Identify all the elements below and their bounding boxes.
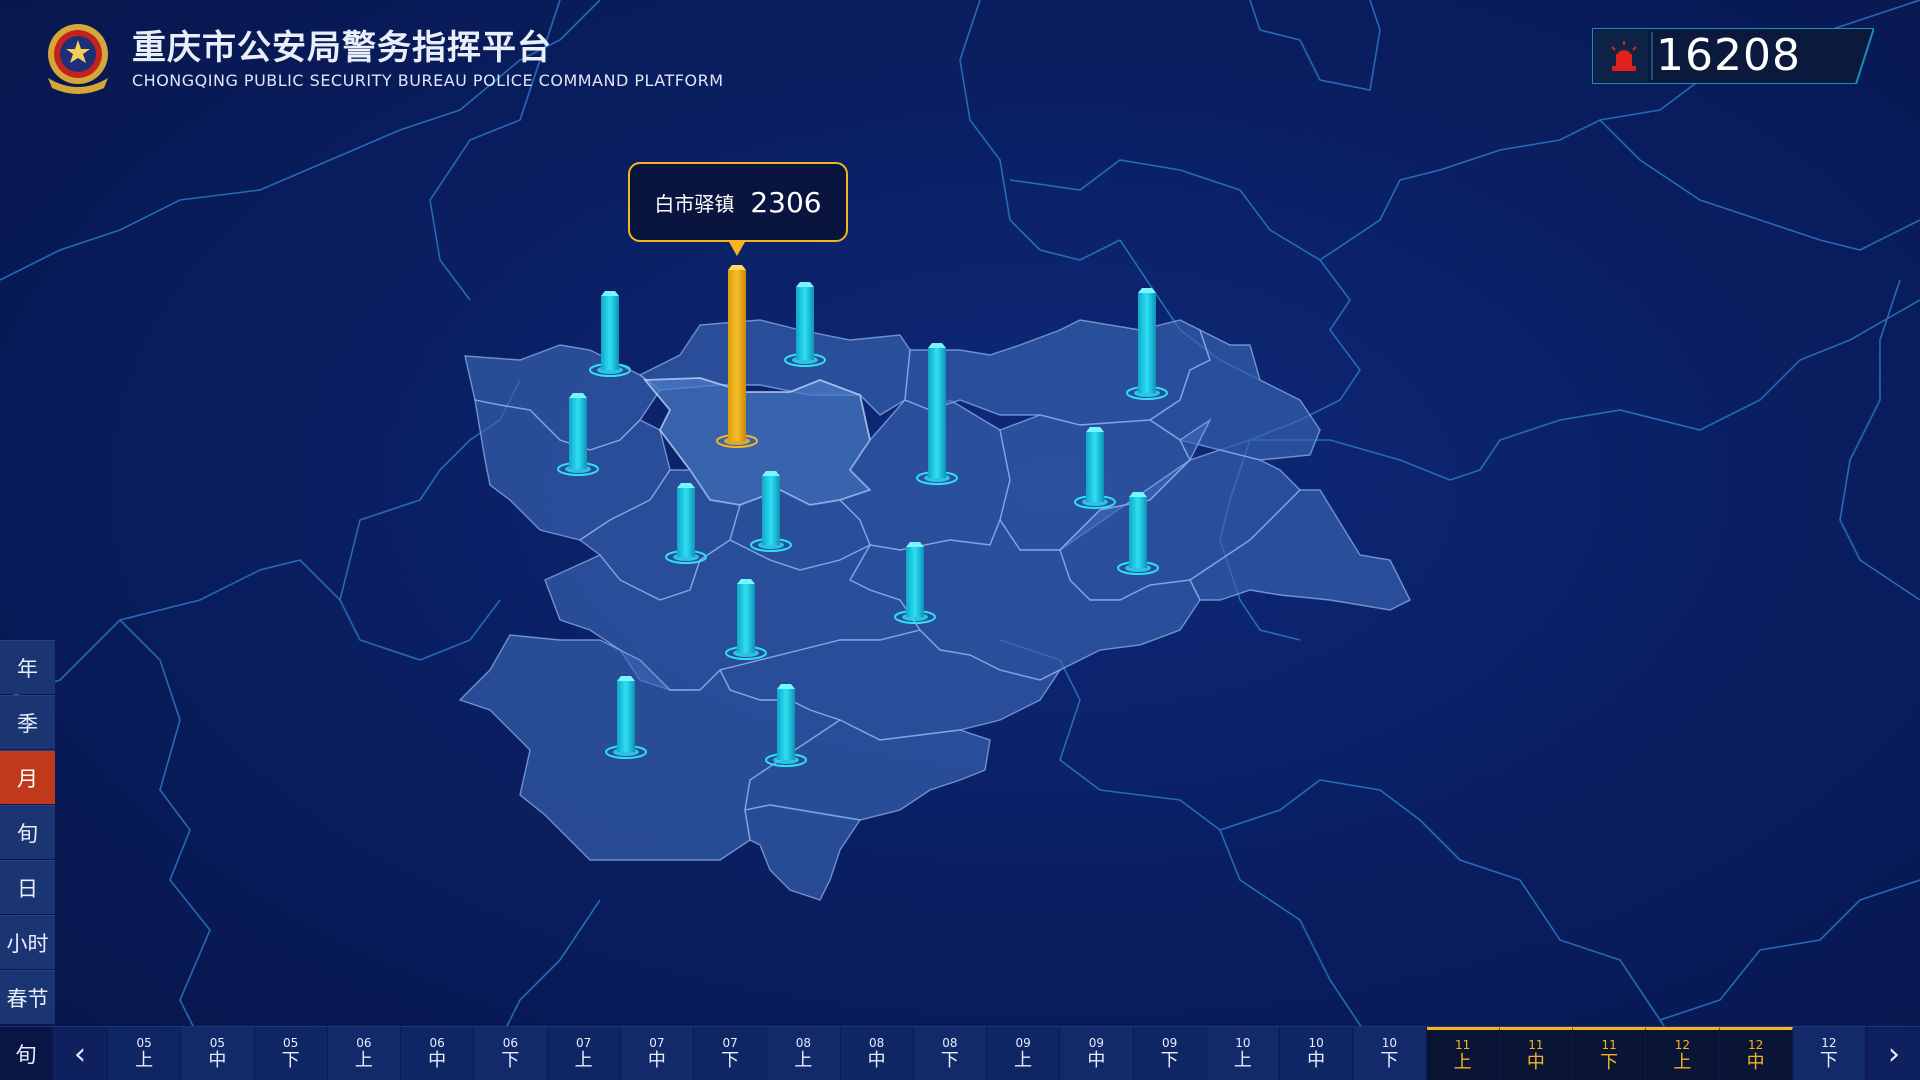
period-item-day[interactable]: 日: [0, 860, 55, 914]
timeline-cell-month: 09: [1088, 1036, 1105, 1050]
district-map: [0, 0, 1920, 1080]
timeline-cell-month: 05: [282, 1036, 299, 1050]
timeline-cell[interactable]: 10 中: [1280, 1027, 1354, 1080]
timeline-cells: 05 上 05 中 05 下 06 上 06 中 06 下 07 上 07 中 07 下 08 上 08 中 08 下 09 上 0…: [108, 1027, 1866, 1080]
timeline-cell-part: 中: [867, 1050, 886, 1071]
period-selector: 年 季 月 旬 日 小时 春节: [0, 640, 55, 1025]
timeline-cell-part: 上: [1014, 1050, 1033, 1071]
timeline-cell-part: 下: [721, 1050, 740, 1071]
timeline-cell-month: 11: [1454, 1037, 1471, 1052]
timeline-cell-part: 上: [1233, 1050, 1252, 1071]
timeline-cell-month: 10: [1235, 1036, 1251, 1050]
timeline-cell-part: 上: [354, 1050, 373, 1071]
timeline-cell[interactable]: 09 上: [987, 1027, 1061, 1080]
timeline-cell[interactable]: 08 上: [767, 1027, 841, 1080]
timeline-cell[interactable]: 11 下: [1573, 1027, 1647, 1080]
timeline-cell-part: 中: [1746, 1051, 1765, 1073]
timeline-cell[interactable]: 10 上: [1206, 1027, 1280, 1080]
timeline-cell-month: 07: [649, 1036, 665, 1050]
timeline-bar: 旬 ‹ 05 上 05 中 05 下 06 上 06 中 06 下 07 上 07 中 07 下 08 上 08 中 08 下…: [0, 1026, 1920, 1080]
timeline-cell[interactable]: 09 中: [1060, 1027, 1134, 1080]
timeline-cell[interactable]: 08 下: [913, 1027, 987, 1080]
page-subtitle: CHONGQING PUBLIC SECURITY BUREAU POLICE …: [132, 71, 724, 90]
period-item-month[interactable]: 月: [0, 750, 55, 804]
timeline-cell[interactable]: 06 下: [474, 1027, 548, 1080]
timeline-cell[interactable]: 06 中: [401, 1027, 475, 1080]
period-item-hour[interactable]: 小时: [0, 915, 55, 969]
timeline-cell[interactable]: 10 下: [1353, 1027, 1427, 1080]
timeline-cell[interactable]: 12 下: [1792, 1027, 1866, 1080]
timeline-cell-month: 05: [209, 1036, 226, 1050]
timeline-cell-month: 07: [575, 1036, 592, 1050]
map-tooltip: 白市驿镇 2306: [628, 162, 848, 242]
police-emblem-icon: [38, 18, 118, 96]
timeline-cell-part: 下: [281, 1050, 300, 1071]
timeline-cell[interactable]: 12 上: [1646, 1027, 1720, 1080]
timeline-cell-part: 中: [647, 1050, 666, 1071]
timeline-cell[interactable]: 07 下: [694, 1027, 768, 1080]
timeline-cell-month: 08: [942, 1036, 958, 1050]
timeline-mode-label: 旬: [0, 1027, 52, 1080]
timeline-cell-month: 11: [1528, 1037, 1544, 1052]
timeline-cell-part: 下: [501, 1050, 520, 1071]
timeline-cell-part: 中: [428, 1050, 447, 1071]
timeline-cell-part: 上: [574, 1050, 593, 1071]
timeline-cell-part: 下: [1819, 1050, 1838, 1071]
timeline-cell-month: 10: [1381, 1036, 1398, 1050]
timeline-cell[interactable]: 06 上: [327, 1027, 401, 1080]
tooltip-region-value: 2306: [750, 185, 822, 219]
timeline-cell-month: 09: [1015, 1036, 1031, 1050]
timeline-cell-part: 下: [1160, 1050, 1179, 1071]
timeline-cell-month: 08: [795, 1036, 812, 1050]
timeline-cell-part: 中: [1087, 1050, 1106, 1071]
chevron-right-icon[interactable]: ›: [1868, 1027, 1920, 1080]
period-item-year[interactable]: 年: [0, 640, 55, 694]
timeline-cell[interactable]: 11 中: [1499, 1027, 1573, 1080]
timeline-cell[interactable]: 05 下: [254, 1027, 328, 1080]
period-item-quarter[interactable]: 季: [0, 695, 55, 749]
timeline-cell-part: 上: [794, 1050, 813, 1071]
timeline-cell[interactable]: 12 中: [1719, 1027, 1793, 1080]
period-item-dekad[interactable]: 旬: [0, 805, 55, 859]
tooltip-pointer: [729, 242, 745, 256]
timeline-cell-month: 12: [1821, 1036, 1837, 1050]
timeline-cell[interactable]: 09 下: [1133, 1027, 1207, 1080]
timeline-cell-month: 06: [502, 1036, 519, 1050]
chevron-left-icon[interactable]: ‹: [54, 1027, 106, 1080]
timeline-cell-month: 07: [722, 1036, 738, 1050]
tooltip-region-name: 白市驿镇: [654, 191, 735, 216]
timeline-cell-part: 下: [940, 1050, 959, 1071]
timeline-cell-month: 11: [1601, 1037, 1617, 1052]
timeline-cell-month: 12: [1674, 1037, 1691, 1052]
alarm-siren-icon: [1600, 34, 1648, 78]
timeline-cell[interactable]: 05 上: [108, 1027, 182, 1080]
timeline-cell-month: 09: [1161, 1036, 1178, 1050]
timeline-cell-part: 中: [208, 1050, 227, 1071]
timeline-cell-part: 中: [1526, 1051, 1545, 1073]
timeline-cell[interactable]: 11 上: [1426, 1027, 1500, 1080]
timeline-cell-month: 06: [356, 1036, 372, 1050]
page-title: 重庆市公安局警务指挥平台: [132, 28, 552, 68]
timeline-cell[interactable]: 05 中: [181, 1027, 255, 1080]
timeline-cell[interactable]: 08 中: [840, 1027, 914, 1080]
timeline-cell-part: 上: [135, 1050, 154, 1071]
timeline-cell-part: 上: [1673, 1051, 1692, 1073]
timeline-cell-part: 上: [1453, 1051, 1472, 1073]
alarm-counter[interactable]: 16208: [1592, 28, 1874, 84]
district-far-south[interactable]: [744, 804, 862, 901]
timeline-cell-month: 08: [868, 1036, 885, 1050]
timeline-cell-part: 下: [1380, 1050, 1399, 1071]
timeline-cell-month: 10: [1308, 1036, 1324, 1050]
period-item-spring-festival[interactable]: 春节: [0, 970, 55, 1024]
timeline-cell-month: 12: [1747, 1037, 1764, 1052]
timeline-cell-part: 下: [1600, 1051, 1619, 1073]
timeline-cell[interactable]: 07 上: [547, 1027, 621, 1080]
timeline-cell-month: 05: [136, 1036, 152, 1050]
timeline-cell-part: 中: [1307, 1050, 1326, 1071]
timeline-cell-month: 06: [429, 1036, 445, 1050]
alarm-count-value: 16208: [1656, 30, 1801, 81]
timeline-cell[interactable]: 07 中: [620, 1027, 694, 1080]
